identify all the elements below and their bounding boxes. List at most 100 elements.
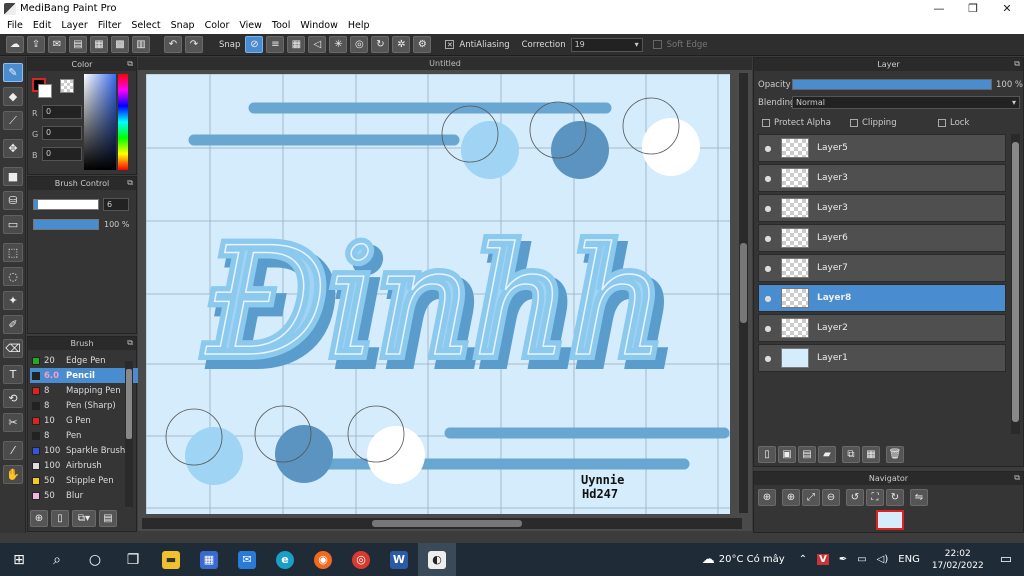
new-8bit-layer-icon[interactable]: ▤ xyxy=(798,446,816,463)
color-saturation-box[interactable] xyxy=(84,74,116,170)
select-eraser-tool-icon[interactable]: ⌫ xyxy=(3,339,23,358)
brush-list-scrollbar[interactable] xyxy=(125,361,133,507)
protect-alpha-checkbox[interactable] xyxy=(762,119,770,127)
layer-row[interactable]: ● Layer5 xyxy=(758,134,1006,162)
layer-list-scrollbar[interactable] xyxy=(1011,134,1020,434)
flip-icon[interactable]: ⇋ xyxy=(910,489,928,506)
move-tool-icon[interactable]: ✥ xyxy=(3,139,23,158)
panel-popout-icon[interactable]: ⧉ xyxy=(127,59,133,69)
zoom-in-icon[interactable]: ⊕ xyxy=(758,489,776,506)
layer-row[interactable]: ● Layer3 xyxy=(758,194,1006,222)
zoom-out-icon[interactable]: ⊖ xyxy=(822,489,840,506)
brush-size-field[interactable]: 6 xyxy=(103,198,129,211)
g-field[interactable]: 0 xyxy=(42,126,82,140)
navigator-preview[interactable] xyxy=(876,510,904,530)
task-view-icon[interactable]: ❐ xyxy=(114,543,152,576)
share-icon[interactable]: ⇪ xyxy=(27,36,45,53)
network-icon[interactable]: ▭ xyxy=(857,554,866,565)
soft-edge-checkbox[interactable] xyxy=(652,40,662,49)
menu-filter[interactable]: Filter xyxy=(93,20,127,31)
close-button[interactable]: ✕ xyxy=(990,0,1024,17)
medibang-taskbar-icon[interactable]: ◐ xyxy=(418,543,456,576)
clock[interactable]: 22:02 17/02/2022 xyxy=(932,548,984,572)
gradient-tool-icon[interactable]: ▭ xyxy=(3,215,23,234)
duplicate-layer-icon[interactable]: ⧉ xyxy=(842,446,860,463)
hue-slider[interactable] xyxy=(118,74,128,170)
divide-tool-icon[interactable]: ✂ xyxy=(3,413,23,432)
fit-view-icon[interactable]: ⤢ xyxy=(802,489,820,506)
windows-start-icon[interactable]: ⊞ xyxy=(0,543,38,576)
new-folder-icon[interactable]: ▰ xyxy=(818,446,836,463)
zoom-in-alt-icon[interactable]: ⊕ xyxy=(782,489,800,506)
b-field[interactable]: 0 xyxy=(42,147,82,161)
brush-tool-icon[interactable]: ✎ xyxy=(3,63,23,82)
shape-fill-tool-icon[interactable]: ■ xyxy=(3,167,23,186)
rotate-right-icon[interactable]: ↻ xyxy=(886,489,904,506)
snap-ellipse-icon[interactable]: ✲ xyxy=(392,36,411,53)
hand-tool-icon[interactable]: ✋ xyxy=(3,465,23,484)
vivaldi-tray-icon[interactable]: V xyxy=(817,554,829,565)
notification-icon[interactable]: ▭ xyxy=(1000,552,1012,567)
mail-icon[interactable]: ✉ xyxy=(228,543,266,576)
menu-file[interactable]: File xyxy=(2,20,28,31)
blending-select[interactable]: Normal ▾ xyxy=(792,96,1020,109)
rotate-left-icon[interactable]: ↺ xyxy=(846,489,864,506)
browser-icon[interactable]: ◉ xyxy=(304,543,342,576)
operation-tool-icon[interactable]: ⟲ xyxy=(3,389,23,408)
language-indicator[interactable]: ENG xyxy=(898,554,920,565)
menu-snap[interactable]: Snap xyxy=(166,20,200,31)
store-icon[interactable]: ▦ xyxy=(190,543,228,576)
panel-popout-icon[interactable]: ⧉ xyxy=(127,338,133,348)
brush-settings-icon[interactable]: ▤ xyxy=(99,510,117,527)
grid-view-icon[interactable]: ▩ xyxy=(111,36,129,53)
secondary-color-swatch[interactable] xyxy=(38,84,52,98)
panel-popout-icon[interactable]: ⧉ xyxy=(1014,473,1020,483)
layer-opacity-slider[interactable] xyxy=(792,79,992,90)
cloud-icon[interactable]: ☁ xyxy=(6,36,24,53)
menu-tool[interactable]: Tool xyxy=(267,20,295,31)
magic-wand-tool-icon[interactable]: ✦ xyxy=(3,291,23,310)
layer-visibility-icon[interactable]: ● xyxy=(759,174,777,183)
menu-select[interactable]: Select xyxy=(126,20,165,31)
canvas-horizontal-scrollbar[interactable] xyxy=(142,518,742,529)
document-tab[interactable]: Untitled xyxy=(138,57,752,70)
snap-off-icon[interactable]: ⊘ xyxy=(245,36,264,53)
layer-row[interactable]: ● Layer3 xyxy=(758,164,1006,192)
merge-layer-icon[interactable]: ▦ xyxy=(862,446,880,463)
layer-row[interactable]: ● Layer7 xyxy=(758,254,1006,282)
snap-perspective-icon[interactable]: ◁ xyxy=(308,36,327,53)
new-halftone-layer-icon[interactable]: ▣ xyxy=(778,446,796,463)
redo-icon[interactable]: ↷ xyxy=(185,36,203,53)
cortana-icon[interactable]: ○ xyxy=(76,543,114,576)
brush-size-slider[interactable] xyxy=(33,199,99,210)
tray-expand-icon[interactable]: ⌃ xyxy=(799,554,807,565)
new-layer-icon[interactable]: ▯ xyxy=(758,446,776,463)
text-tool-icon[interactable]: T xyxy=(3,365,23,384)
file-explorer-icon[interactable]: ▬ xyxy=(152,543,190,576)
artboard[interactable]: Đinhh Đinhh Đinhh Uynnie Hd247 xyxy=(146,74,730,514)
layer-visibility-icon[interactable]: ● xyxy=(759,324,777,333)
brush-add-icon[interactable]: ⊕ xyxy=(30,510,48,527)
transparent-color-swatch[interactable] xyxy=(60,79,74,93)
chrome-icon[interactable]: ◎ xyxy=(342,543,380,576)
select-rect-tool-icon[interactable]: ⬚ xyxy=(3,243,23,262)
snap-settings-icon[interactable]: ⚙ xyxy=(413,36,432,53)
snap-grid-icon[interactable]: ▦ xyxy=(287,36,306,53)
layer-row[interactable]: ● Layer8 xyxy=(758,284,1006,312)
correction-select[interactable]: 19 ▾ xyxy=(570,37,643,52)
layer-visibility-icon[interactable]: ● xyxy=(759,144,777,153)
edge-browser-icon[interactable]: e xyxy=(266,543,304,576)
lock-checkbox[interactable] xyxy=(938,119,946,127)
minimize-button[interactable]: — xyxy=(922,0,956,17)
menu-layer[interactable]: Layer xyxy=(56,20,93,31)
r-field[interactable]: 0 xyxy=(42,105,82,119)
fit-screen-icon[interactable]: ⛶ xyxy=(866,489,884,506)
layer-visibility-icon[interactable]: ● xyxy=(759,234,777,243)
document-icon[interactable]: ▦ xyxy=(90,36,108,53)
layer-row[interactable]: ● Layer1 xyxy=(758,344,1006,372)
layer-visibility-icon[interactable]: ● xyxy=(759,294,777,303)
panel-popout-icon[interactable]: ⧉ xyxy=(1014,59,1020,69)
layer-row[interactable]: ● Layer2 xyxy=(758,314,1006,342)
brush-new-icon[interactable]: ▯ xyxy=(51,510,69,527)
layer-row[interactable]: ● Layer6 xyxy=(758,224,1006,252)
